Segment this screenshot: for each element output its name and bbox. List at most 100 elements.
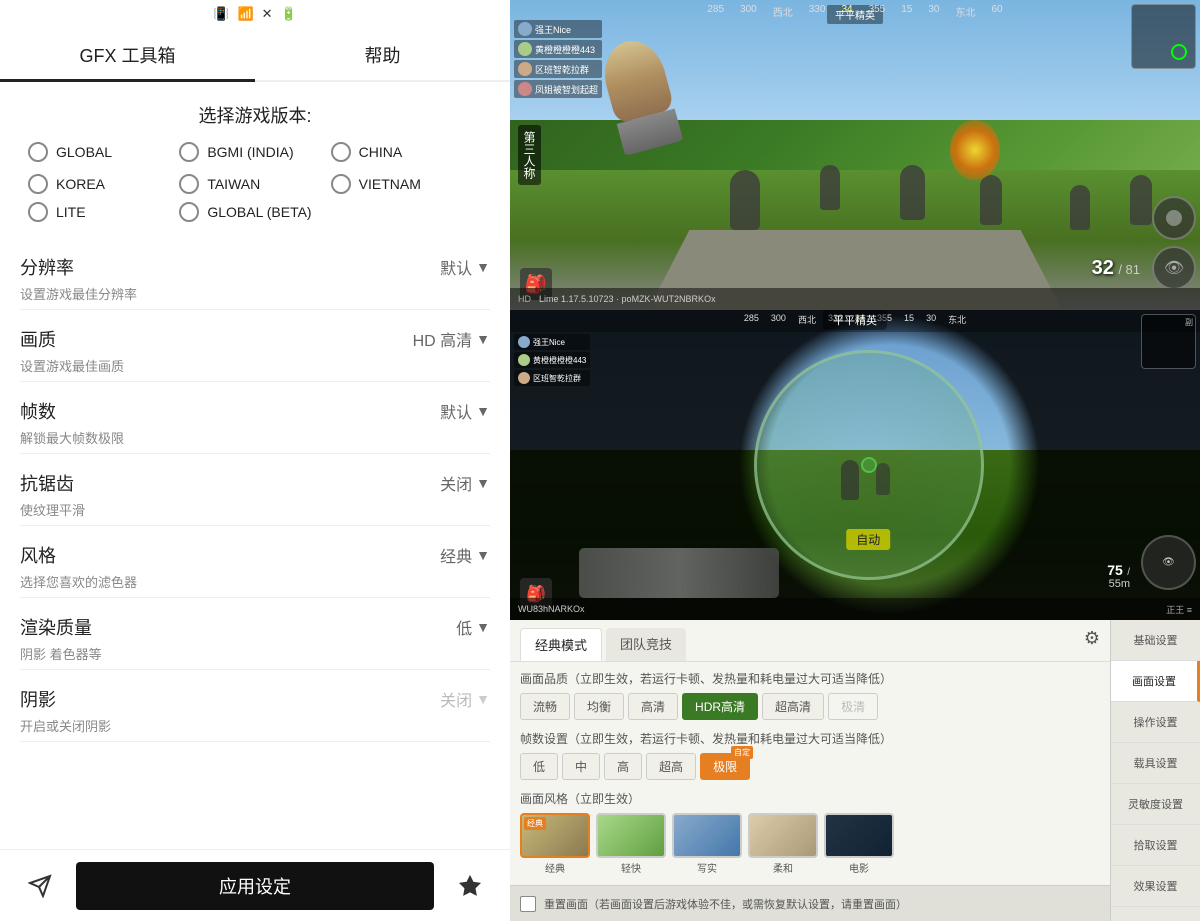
quality-btn-ultra[interactable]: 超高清 (762, 693, 824, 720)
radio-global-beta[interactable]: GLOBAL (BETA) (179, 202, 330, 222)
style-thumb-cinema[interactable]: 电影 (824, 813, 894, 875)
radio-circle-vietnam (331, 174, 351, 194)
setting-graphics[interactable]: 画质 HD 高清 ▼ 设置游戏最佳画质 (20, 312, 490, 382)
style-thumb-real[interactable]: 写实 (672, 813, 742, 875)
setting-value-area-render-quality: 低 ▼ (456, 615, 490, 639)
wifi-icon: 📶 (237, 6, 253, 22)
ingame-right-tab-graphics[interactable]: 画面设置 (1111, 661, 1200, 702)
radio-global[interactable]: GLOBAL (28, 142, 179, 162)
radio-korea[interactable]: KOREA (28, 174, 179, 194)
setting-desc-antialiasing: 使纹理平滑 (20, 500, 490, 519)
style-section-title: 画面风格（立即生效） (520, 790, 1100, 807)
screenshot-top: 第三人称 平平精英 强王Nice 黄橙橙橙橙443 区班智乾拉群 凤姐被智划起超 (510, 0, 1200, 310)
ingame-right-tab-sensitivity[interactable]: 灵敏度设置 (1111, 784, 1200, 825)
reset-checkbox[interactable] (520, 896, 536, 912)
radio-label-lite: LITE (56, 204, 86, 220)
setting-value-shadow: 关闭 (440, 687, 472, 711)
ingame-tab-classic[interactable]: 经典模式 (520, 628, 602, 661)
fps-btn-ultra[interactable]: 超高 (646, 753, 696, 780)
setting-shadow[interactable]: 阴影 关闭 ▼ 开启或关闭阴影 (20, 672, 490, 742)
bottom-bar: 应用设定 (0, 849, 510, 921)
right-action-buttons: 👁 (1152, 196, 1196, 290)
radio-vietnam[interactable]: VIETNAM (331, 174, 482, 194)
style-thumb-soft[interactable]: 柔和 (748, 813, 818, 875)
quality-btn-hd[interactable]: 高清 (628, 693, 678, 720)
ingame-right-tab-controls[interactable]: 操作设置 (1111, 702, 1200, 743)
setting-fps[interactable]: 帧数 默认 ▼ 解锁最大帧数极限 (20, 384, 490, 454)
fps-btn-high[interactable]: 高 (604, 753, 642, 780)
tab-help[interactable]: 帮助 (255, 28, 510, 80)
setting-name-antialiasing: 抗锯齿 (20, 470, 74, 496)
quality-btn-hdr[interactable]: HDR高清 (682, 693, 758, 720)
setting-desc-resolution: 设置游戏最佳分辨率 (20, 284, 490, 303)
setting-style[interactable]: 风格 经典 ▼ 选择您喜欢的滤色器 (20, 528, 490, 598)
minimap (1131, 4, 1196, 69)
version-section-title: 选择游戏版本: (20, 102, 490, 128)
setting-value-style: 经典 (440, 543, 472, 567)
setting-resolution[interactable]: 分辨率 默认 ▼ 设置游戏最佳分辨率 (20, 240, 490, 310)
screenshot-bottom: ⚙ ✕ 经典模式 团队竞技 基础设置 画面设置 操作设置 载具设置 灵敏度设置 … (510, 620, 1200, 921)
radio-circle-korea (28, 174, 48, 194)
third-person-label: 第三人称 (518, 125, 541, 185)
ingame-right-tab-pickup[interactable]: 拾取设置 (1111, 825, 1200, 866)
compass: 285 300 西北 330 34 355 15 30 东北 60 (707, 4, 1002, 19)
fps-buttons: 低 中 高 超高 极限 自定 (520, 753, 1100, 780)
fps-btn-extreme[interactable]: 极限 自定 (700, 753, 750, 780)
radio-taiwan[interactable]: TAIWAN (179, 174, 330, 194)
setting-value-area-resolution: 默认 ▼ (440, 255, 490, 279)
quality-section-title: 画面品质（立即生效，若运行卡顿、发热量和耗电量过大可适当降低） (520, 670, 1100, 687)
setting-value-area-style: 经典 ▼ (440, 543, 490, 567)
setting-name-shadow: 阴影 (20, 686, 56, 712)
ingame-settings-icon[interactable]: ⚙ (1084, 628, 1100, 649)
setting-antialiasing[interactable]: 抗锯齿 关闭 ▼ 使纹理平滑 (20, 456, 490, 526)
setting-name-graphics: 画质 (20, 326, 56, 352)
fps-btn-mid[interactable]: 中 (562, 753, 600, 780)
chevron-down-icon-fps: ▼ (476, 403, 490, 419)
setting-name-fps: 帧数 (20, 398, 56, 424)
ingame-right-tab-vehicle[interactable]: 载具设置 (1111, 743, 1200, 784)
apply-button[interactable]: 应用设定 (76, 862, 434, 910)
fps-btn-low[interactable]: 低 (520, 753, 558, 780)
star-button[interactable] (450, 866, 490, 906)
setting-value-render-quality: 低 (456, 615, 472, 639)
radio-label-global-beta: GLOBAL (BETA) (207, 204, 311, 220)
setting-value-resolution: 默认 (440, 255, 472, 279)
quality-btn-smooth[interactable]: 流畅 (520, 693, 570, 720)
mid-right-buttons: 👁 (1141, 535, 1196, 590)
style-thumb-classic[interactable]: 经典 经典 (520, 813, 590, 875)
setting-desc-fps: 解锁最大帧数极限 (20, 428, 490, 447)
chevron-down-icon-graphics: ▼ (476, 331, 490, 347)
ingame-tab-team[interactable]: 团队竞技 (606, 628, 686, 661)
version-radio-row2: LITE GLOBAL (BETA) (20, 202, 490, 222)
quality-btn-balanced[interactable]: 均衡 (574, 693, 624, 720)
setting-desc-style: 选择您喜欢的滤色器 (20, 572, 490, 591)
radio-bgmi[interactable]: BGMI (INDIA) (179, 142, 330, 162)
setting-render-quality[interactable]: 渲染质量 低 ▼ 阴影 着色器等 (20, 600, 490, 670)
style-thumb-light[interactable]: 轻快 (596, 813, 666, 875)
setting-desc-shadow: 开启或关闭阴影 (20, 716, 490, 735)
vibrate-icon: 📳 (213, 6, 229, 22)
send-button[interactable] (20, 866, 60, 906)
radio-circle-china (331, 142, 351, 162)
setting-name-resolution: 分辨率 (20, 254, 74, 280)
fps-badge: 自定 (731, 746, 753, 759)
radio-label-taiwan: TAIWAN (207, 176, 260, 192)
chevron-down-icon-antialiasing: ▼ (476, 475, 490, 491)
mid-title: 平平精英 (823, 310, 887, 330)
ingame-right-tab-effects[interactable]: 效果设置 (1111, 866, 1200, 907)
radio-lite[interactable]: LITE (28, 202, 179, 222)
player-list: 强王Nice 黄橙橙橙橙443 区班智乾拉群 凤姐被智划起超 (514, 20, 602, 98)
ingame-right-tab-basic[interactable]: 基础设置 (1111, 620, 1200, 661)
reset-bar: 重置画面（若画面设置后游戏体验不佳，或需恢复默认设置，请重置画面） (510, 885, 1110, 921)
radio-china[interactable]: CHINA (331, 142, 482, 162)
setting-desc-render-quality: 阴影 着色器等 (20, 644, 490, 663)
right-panel: 第三人称 平平精英 强王Nice 黄橙橙橙橙443 区班智乾拉群 凤姐被智划起超 (510, 0, 1200, 921)
style-thumbnails: 经典 经典 轻快 写实 柔和 (520, 813, 1100, 875)
version-radio-grid: GLOBAL BGMI (INDIA) CHINA KOREA TAIWAN V… (20, 142, 490, 194)
setting-value-area-antialiasing: 关闭 ▼ (440, 471, 490, 495)
radio-circle-bgmi (179, 142, 199, 162)
quality-btn-extreme[interactable]: 极清 (828, 693, 878, 720)
chevron-down-icon-resolution: ▼ (476, 259, 490, 275)
tab-gfx-toolbox[interactable]: GFX 工具箱 (0, 28, 255, 80)
gun-display (579, 548, 779, 598)
